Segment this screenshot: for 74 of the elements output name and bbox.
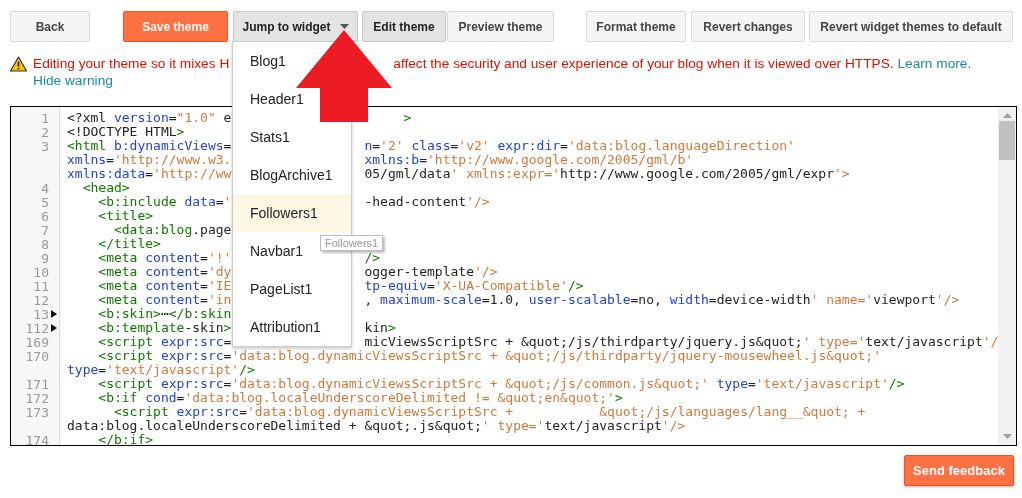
code-text: xmlns='http://www.w3. [67, 153, 232, 167]
code-text: n='2' class='v2' expr:dir='data:blog.languageDirection' [364, 139, 795, 153]
line-number: 12 [33, 292, 49, 308]
code-text: <data:blog.page [112, 223, 232, 237]
code-text: </title> [97, 237, 161, 251]
code-text: micViewsScriptSrc + &quot;/js/thirdparty/jquery.js&quot;' type='text/javascript'/ [364, 335, 998, 349]
code-text: <meta content='IE [97, 279, 232, 293]
toolbar-button[interactable]: Format theme [586, 11, 686, 42]
warning-link[interactable]: Learn more. [897, 56, 972, 71]
line-number: 2 [41, 124, 49, 140]
line-number: 8 [41, 236, 49, 252]
line-number: 172 [25, 390, 49, 406]
line-number: 169 [25, 334, 49, 350]
code-text: > [402, 111, 412, 125]
line-number: 174 [25, 432, 49, 445]
code-text: <script expr:src= [97, 335, 232, 349]
tooltip: Followers1 [320, 235, 384, 251]
code-text: /> [364, 251, 381, 265]
code-text: <title> [97, 209, 154, 223]
line-number: 11 [33, 278, 49, 294]
line-number: 3 [41, 138, 49, 154]
line-number: 9 [41, 250, 49, 266]
line-number: 6 [41, 208, 49, 224]
code-text: <script expr:src='data:blog.dynamicViewsScriptSrc + &quot;/js/languages/lang__&quot; + [112, 405, 866, 419]
code-text: <meta content='!' [97, 251, 232, 265]
code-text: kin> [364, 321, 396, 335]
code-text: , maximum-scale=1.0, user-scalable=no, width=device-width' name='viewport'/> [364, 293, 960, 307]
code-text: <script expr:src='data:blog.dynamicViewsScriptSrc + &quot;/js/thirdparty/jquery-mousewheel.js&quot;' [97, 349, 881, 363]
code-text: -head-content'/> [364, 195, 490, 209]
menu-item[interactable]: BlogArchive1 [250, 167, 333, 183]
line-number: 171 [25, 376, 49, 392]
code-text: <meta content='in [97, 293, 232, 307]
line-number: 112 [25, 320, 49, 336]
toolbar-button[interactable]: Revert widget themes to default [809, 11, 1013, 42]
code-text: xmlns:b='http://www.google.com/2005/gml/b' [364, 153, 694, 167]
warning-link[interactable]: Hide warning [33, 73, 113, 88]
code-text: <head> [81, 181, 130, 195]
code-text: <!DOCTYPE HTML> [67, 125, 185, 139]
menu-item[interactable]: Attribution1 [250, 319, 321, 335]
code-text: <meta content='dy [97, 265, 232, 279]
jump-to-widget-dropdown[interactable]: Jump to widget [233, 11, 358, 42]
code-text: <b:skin>⋯</b:skin [97, 307, 232, 321]
menu-item[interactable]: Blog1 [250, 53, 286, 69]
code-text: xmlns:data='http://ww [67, 167, 232, 181]
line-number: 13 [33, 306, 49, 322]
code-text: <script expr:src='data:blog.dynamicViewsScriptSrc + &quot;/js/common.js&quot;' type='text/javascript'/> [98, 377, 905, 391]
code-text: <html b:dynamicViews= [67, 139, 232, 153]
warning-text: Editing your theme so it mixes H [33, 56, 230, 71]
menu-item[interactable]: PageList1 [250, 281, 313, 297]
view-tab[interactable]: Preview theme [447, 11, 554, 42]
code-text: <b:if cond='data:blog.localeUnderscoreDelimited != &quot;en&quot;'> [97, 391, 623, 405]
code-text: 05/gml/data' xmlns:expr='http://www.google.com/2005/gml/expr'> [364, 167, 850, 181]
code-text: type='text/javascript'/> [67, 363, 255, 377]
line-number: 7 [41, 222, 49, 238]
code-text: ogger-template'/> [364, 265, 498, 279]
line-number: 170 [25, 348, 49, 364]
warning-text: affect the security and user experience of your blog when it is viewed over HTTPS. [393, 56, 894, 71]
menu-item[interactable]: Header1 [250, 91, 304, 107]
toolbar-button[interactable]: Revert changes [691, 11, 805, 42]
line-number: 1 [41, 110, 49, 126]
code-text: <?xml version="1.0" e [67, 111, 232, 125]
line-number: 10 [33, 264, 49, 280]
code-text: </b:if> [98, 433, 154, 445]
menu-item[interactable]: Stats1 [250, 129, 290, 145]
code-text: <b:template-skin> [97, 321, 232, 335]
view-tab[interactable]: Edit theme [362, 11, 446, 42]
code-text: tp-equiv='X-UA-Compatible'/> [364, 279, 584, 293]
code-text: <b:include data=' [97, 195, 232, 209]
menu-item[interactable]: Navbar1 [250, 243, 303, 259]
line-number: 4 [41, 180, 49, 196]
line-number: 173 [25, 404, 49, 420]
line-number: 5 [41, 194, 49, 210]
code-text: data:blog.localeUnderscoreDelimited + &quot;.js&quot;' type='text/javascript'/> [67, 419, 686, 433]
toolbar-button[interactable]: Back [10, 11, 90, 42]
